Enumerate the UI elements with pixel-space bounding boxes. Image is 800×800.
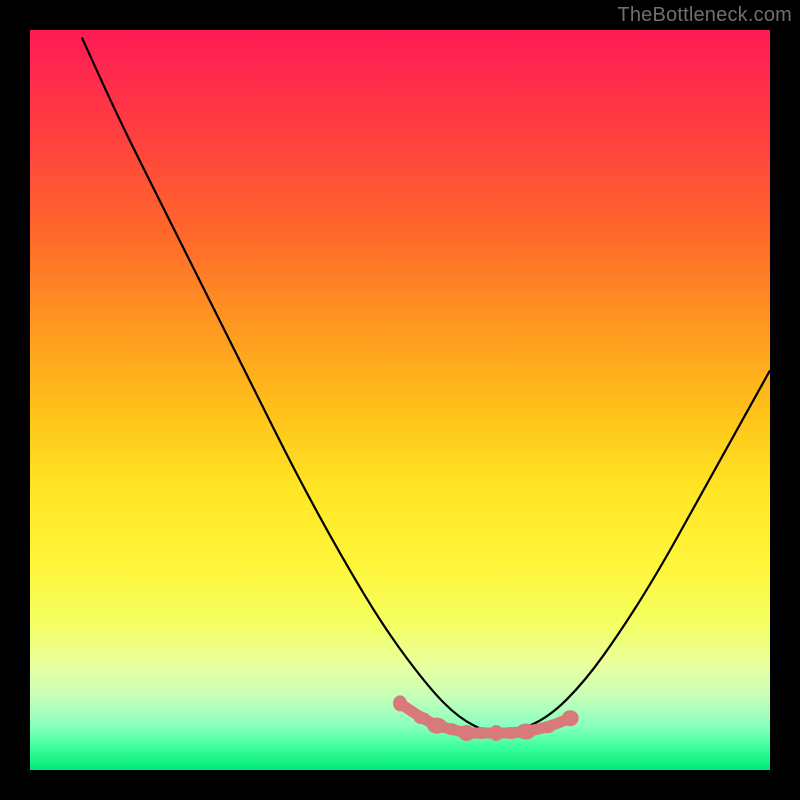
trough-markers (393, 695, 579, 741)
chart-svg (30, 30, 770, 770)
trough-marker (445, 723, 459, 735)
trough-marker (541, 721, 555, 733)
trough-marker (471, 727, 491, 739)
right-curve (511, 370, 770, 733)
trough-marker (516, 724, 536, 740)
left-curve (82, 37, 511, 733)
watermark-text: TheBottleneck.com (617, 4, 792, 27)
trough-marker (489, 725, 503, 741)
chart-stage: TheBottleneck.com (0, 0, 800, 800)
trough-marker (562, 710, 579, 726)
trough-marker (393, 695, 407, 711)
trough-marker (427, 718, 447, 734)
plot-area (30, 30, 770, 770)
